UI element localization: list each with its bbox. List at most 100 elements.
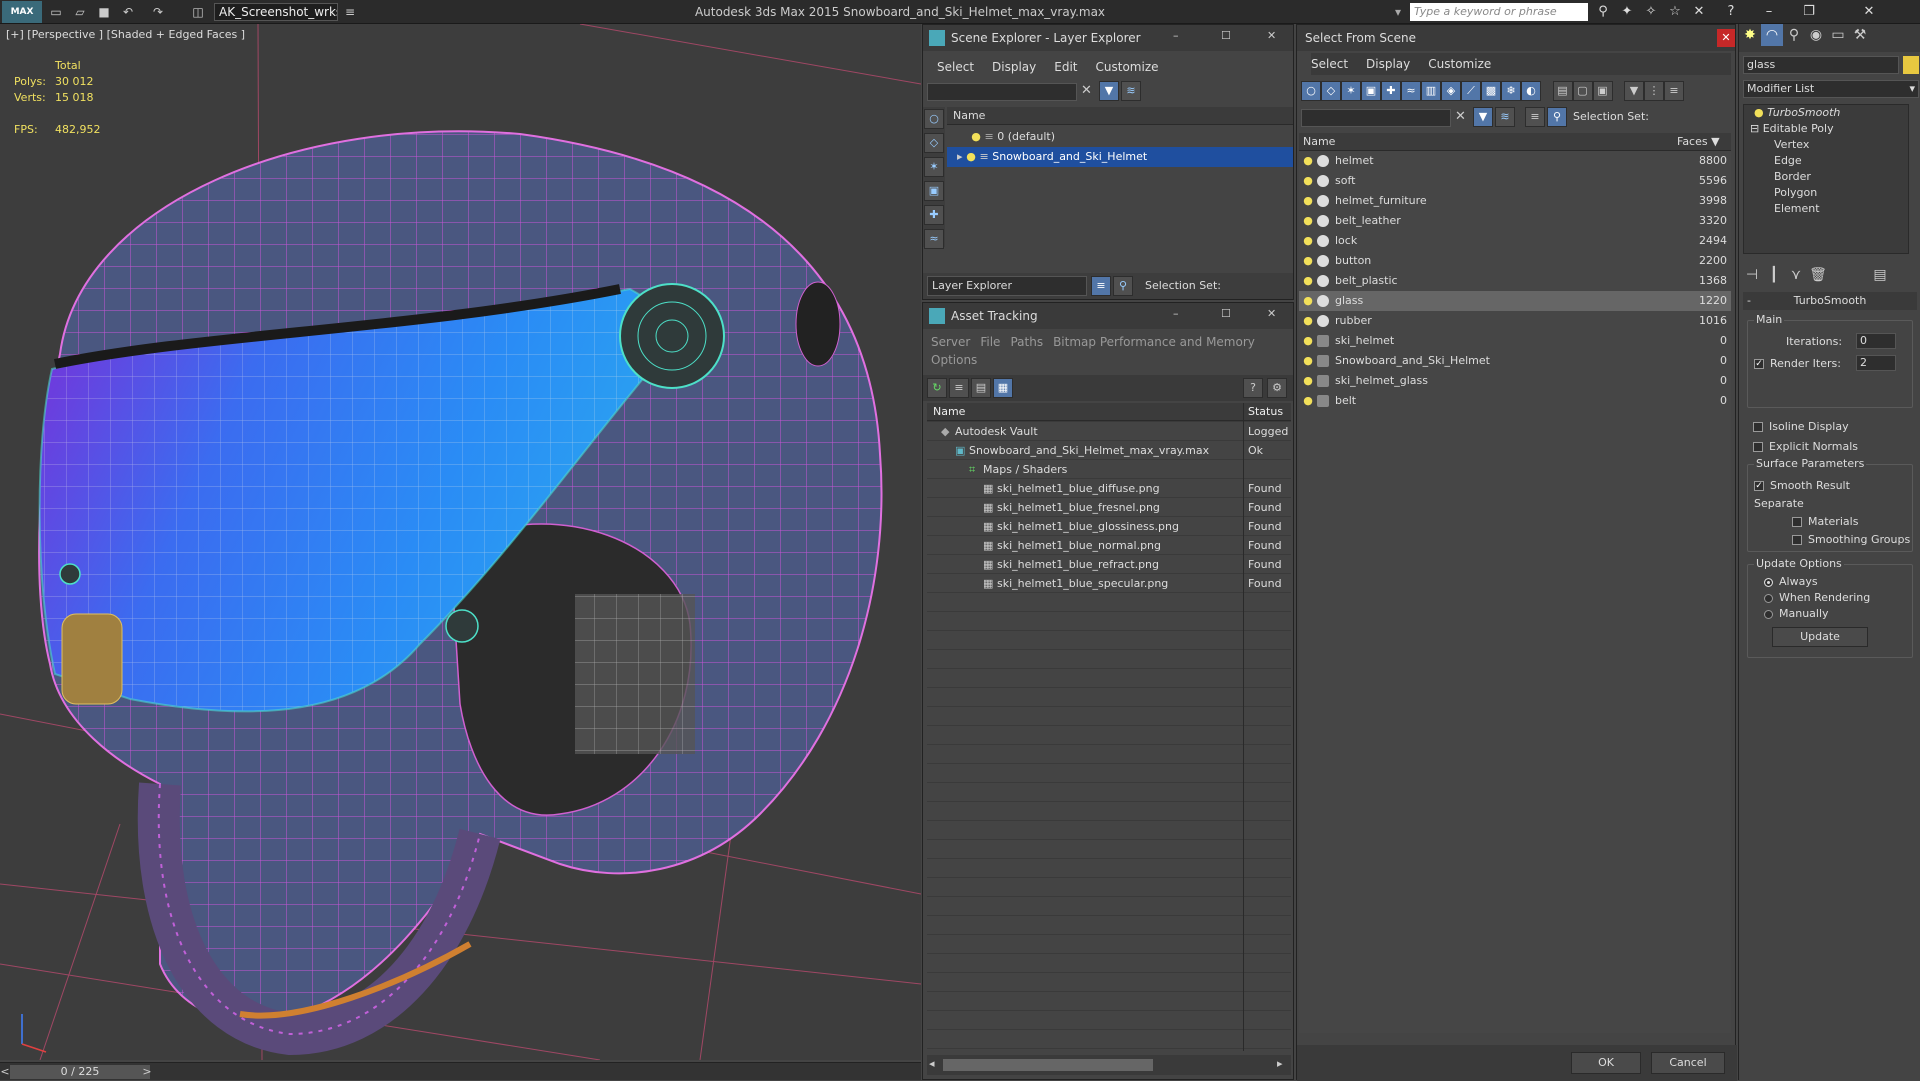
minimize-icon[interactable]: –	[1173, 29, 1179, 42]
display-cameras-icon[interactable]: ▣	[1361, 81, 1381, 101]
clear-search-icon[interactable]: ✕	[1455, 109, 1466, 124]
new-file-icon[interactable]: ▭	[48, 4, 64, 20]
display-lights-icon[interactable]: ✶	[924, 157, 944, 177]
smoothing-groups-checkbox[interactable]	[1792, 535, 1802, 545]
always-radio[interactable]	[1764, 577, 1773, 587]
light-bulb-icon[interactable]: ●	[1303, 171, 1313, 191]
display-all-icon[interactable]: ▤	[1552, 81, 1573, 101]
hierarchy-icon[interactable]: ⚲	[1113, 276, 1133, 296]
layer-icon[interactable]: ≡	[1525, 107, 1545, 127]
layer-row-default[interactable]: ● ≡ 0 (default)	[947, 127, 1293, 147]
perspective-viewport[interactable]: [+] [Perspective ] [Shaded + Edged Faces…	[0, 24, 921, 1060]
asset-row[interactable]: ▦ ski_helmet1_blue_glossiness.png Found	[927, 517, 1291, 536]
project-folder-icon[interactable]: ◫	[190, 4, 206, 20]
dropdown-arrow-icon[interactable]: ▾	[1909, 81, 1918, 97]
modify-tab-icon[interactable]: ◠	[1761, 24, 1783, 46]
menu-select[interactable]: Select	[1311, 57, 1348, 71]
light-bulb-icon[interactable]: ●	[1303, 191, 1313, 211]
light-bulb-icon[interactable]: ●	[1303, 271, 1313, 291]
display-helpers-icon[interactable]: ✚	[1381, 81, 1401, 101]
help-icon[interactable]: ?	[1722, 4, 1740, 20]
display-helpers-icon[interactable]: ✚	[924, 205, 944, 225]
window-close-icon[interactable]: ✕	[1860, 4, 1878, 20]
open-folder-icon[interactable]: ▱	[72, 4, 88, 20]
motion-tab-icon[interactable]: ◉	[1805, 24, 1827, 46]
display-geometry-icon[interactable]: ○	[924, 109, 944, 129]
select-search-field[interactable]	[1301, 109, 1451, 127]
subscription-icon[interactable]: ✦	[1618, 4, 1636, 20]
light-bulb-icon[interactable]: ●	[1303, 231, 1313, 251]
create-tab-icon[interactable]: ✸	[1739, 24, 1761, 46]
light-bulb-icon[interactable]: ●	[1303, 351, 1313, 371]
help-icon[interactable]: ?	[1243, 378, 1263, 398]
stack-item-polygon[interactable]: Polygon	[1744, 185, 1908, 201]
favorites-star-icon[interactable]: ☆	[1666, 4, 1684, 20]
timeline-prev-button[interactable]: <	[0, 1065, 10, 1079]
display-tab-icon[interactable]: ▭	[1827, 24, 1849, 46]
asset-horizontal-scrollbar[interactable]: ◂ ▸	[927, 1055, 1291, 1075]
display-spacewarps-icon[interactable]: ≈	[924, 229, 944, 249]
viewport-label[interactable]: [+] [Perspective ] [Shaded + Edged Faces…	[6, 28, 245, 41]
undo-icon[interactable]: ↶	[120, 4, 136, 20]
render-iters-checkbox[interactable]: ✓	[1754, 359, 1764, 369]
display-cameras-icon[interactable]: ▣	[924, 181, 944, 201]
close-icon[interactable]: ✕	[1267, 307, 1276, 320]
asset-row[interactable]: ▦ ski_helmet1_blue_fresnel.png Found	[927, 498, 1291, 517]
menu-display[interactable]: Display	[992, 60, 1036, 74]
display-invert-icon[interactable]: ▣	[1592, 81, 1613, 101]
menu-customize[interactable]: Customize	[1096, 60, 1159, 74]
object-row[interactable]: ● rubber 1016	[1299, 311, 1731, 331]
list-view-icon[interactable]: ≡	[949, 378, 969, 398]
refresh-icon[interactable]: ↻	[927, 378, 947, 398]
utilities-tab-icon[interactable]: ⚒	[1849, 24, 1871, 46]
restore-icon[interactable]: ❐	[1800, 4, 1818, 20]
explicit-normals-checkbox[interactable]	[1753, 442, 1763, 452]
configure-sets-icon[interactable]: ▤	[1869, 264, 1891, 286]
display-bones-icon[interactable]: ⟋	[1461, 81, 1481, 101]
object-color-swatch[interactable]	[1903, 56, 1919, 74]
search-input[interactable]: Type a keyword or phrase	[1410, 3, 1588, 21]
menu-customize[interactable]: Customize	[1428, 57, 1491, 71]
show-end-result-icon[interactable]: ┃	[1763, 264, 1785, 286]
layer-row-helmet[interactable]: ▸ ● ≡ Snowboard_and_Ski_Helmet	[947, 147, 1293, 167]
render-iters-spinner[interactable]: 2	[1856, 355, 1896, 371]
save-icon[interactable]: ■	[96, 4, 112, 20]
object-row[interactable]: ● helmet 8800	[1299, 151, 1731, 171]
layer-options-icon[interactable]: ≋	[1121, 81, 1141, 101]
light-bulb-icon[interactable]: ●	[1303, 251, 1313, 271]
minimize-icon[interactable]: –	[1760, 4, 1778, 20]
search-menu-icon[interactable]: ▾	[1390, 4, 1406, 20]
collapse-icon[interactable]: ⊟	[1750, 122, 1759, 135]
settings-icon[interactable]: ⚙	[1267, 378, 1287, 398]
layer-manage-icon[interactable]: ≡	[1091, 276, 1111, 296]
maximize-icon[interactable]: ☐	[1221, 307, 1231, 320]
dropdown-arrow-icon[interactable]: ≡	[342, 4, 358, 20]
app-logo[interactable]: MAX	[2, 1, 42, 23]
asset-header-status[interactable]: Status	[1244, 403, 1291, 421]
display-spacewarps-icon[interactable]: ≈	[1401, 81, 1421, 101]
timeline-next-button[interactable]: >	[140, 1065, 154, 1079]
maximize-icon[interactable]: ☐	[1221, 29, 1231, 42]
menu-edit[interactable]: Edit	[1054, 60, 1077, 74]
communication-icon[interactable]: ✧	[1642, 4, 1660, 20]
turbosmooth-rollout-header[interactable]: - TurboSmooth	[1743, 292, 1917, 310]
scrollbar-thumb[interactable]	[943, 1059, 1153, 1071]
light-bulb-icon[interactable]: ●	[1303, 331, 1313, 351]
object-row[interactable]: ● button 2200	[1299, 251, 1731, 271]
scroll-right-icon[interactable]: ▸	[1277, 1057, 1283, 1070]
light-bulb-icon[interactable]: ●	[1754, 106, 1764, 119]
asset-row[interactable]: ▦ ski_helmet1_blue_refract.png Found	[927, 555, 1291, 574]
object-row[interactable]: ● lock 2494	[1299, 231, 1731, 251]
object-row[interactable]: ● glass 1220	[1299, 291, 1731, 311]
asset-row[interactable]: ▦ ski_helmet1_blue_diffuse.png Found	[927, 479, 1291, 498]
object-row[interactable]: ● Snowboard_and_Ski_Helmet 0	[1299, 351, 1731, 371]
ok-button[interactable]: OK	[1571, 1052, 1641, 1074]
menu-file[interactable]: File	[980, 335, 1000, 349]
light-bulb-icon[interactable]: ●	[1303, 391, 1313, 411]
stack-item-editable-poly[interactable]: ⊟ Editable Poly	[1744, 121, 1908, 137]
display-lights-icon[interactable]: ✶	[1341, 81, 1361, 101]
minimize-icon[interactable]: –	[1173, 307, 1179, 320]
light-bulb-icon[interactable]: ●	[1303, 211, 1313, 231]
close-icon[interactable]: ✕	[1717, 29, 1735, 47]
filter-icon[interactable]: ▼	[1099, 81, 1119, 101]
